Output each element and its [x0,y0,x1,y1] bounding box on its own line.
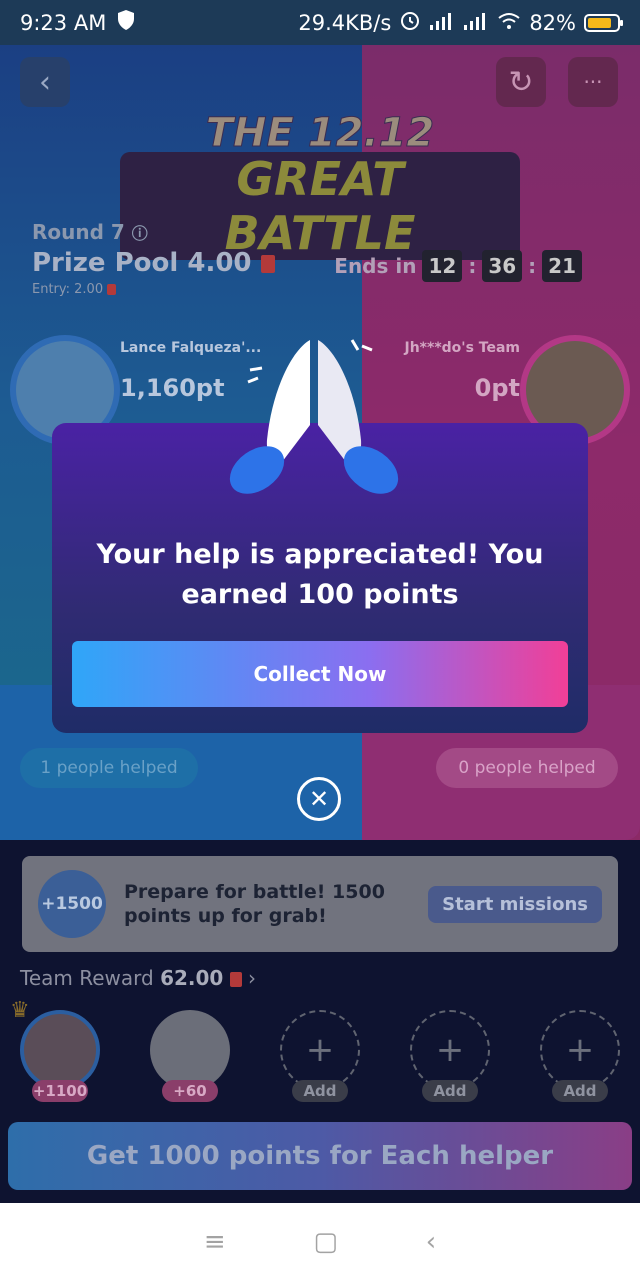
add-helper-slot-1[interactable]: + [280,1010,360,1090]
entry-text: Entry: 2.00 [32,282,104,297]
team-reward-amount: 62.00 [160,966,224,990]
add-helper-slot-3[interactable]: + [540,1010,620,1090]
team-reward[interactable]: Team Reward 62.00 › [20,966,256,990]
chevron-left-icon: ‹ [39,64,51,100]
refresh-icon: ↻ [508,64,534,100]
entry-fee: Entry: 2.00 [32,282,612,297]
more-icon: ··· [583,70,603,94]
refresh-button[interactable]: ↻ [496,57,546,107]
helper-label-2: +60 [162,1080,218,1102]
helper-label-1: +1100 [32,1080,88,1102]
chevron-right-icon: › [248,966,257,990]
add-label-1: Add [292,1080,348,1102]
right-helped-badge: 0 people helped [436,748,618,788]
mission-badge: +1500 [38,870,106,938]
prize-pool-text: Prize Pool 4.00 [32,248,252,278]
close-modal-button[interactable]: ✕ [297,777,341,821]
timer-seconds: 21 [542,250,582,282]
home-square-icon[interactable]: ▢ [313,1227,338,1257]
ends-label: Ends in [334,254,417,278]
mission-banner: +1500 Prepare for battle! 1500 points up… [22,856,618,952]
left-helped-badge: 1 people helped [20,748,198,788]
status-bar: 9:23 AM 29.4KB/s 82% [0,0,640,45]
round-label: Round 7 ⓘ [32,220,612,244]
close-icon: ✕ [308,785,330,813]
add-helper-slot-2[interactable]: + [410,1010,490,1090]
shield-icon [116,9,136,36]
modal-message: Your help is appreciated! You earned 100… [52,535,588,615]
round-info: Round 7 ⓘ Prize Pool 4.00 Entry: 2.00 En… [32,220,612,320]
battery-fill [588,17,611,28]
navigation-bar: ≡ ▢ ‹ [0,1203,640,1280]
back-chevron-icon[interactable]: ‹ [426,1227,436,1257]
battery-icon [584,13,623,32]
red-envelope-icon [260,254,275,273]
mission-text: Prepare for battle! 1500 points up for g… [124,881,385,927]
modal-message-line1: Your help is appreciated! You [96,539,544,570]
back-button[interactable]: ‹ [20,57,70,107]
status-time: 9:23 AM [20,10,107,35]
plus-icon: + [305,1030,335,1070]
title-line-1: THE 12.12 [205,110,435,157]
timer-hours: 12 [422,250,463,282]
get-points-button[interactable]: Get 1000 points for Each helper [8,1122,632,1190]
start-missions-button[interactable]: Start missions [428,885,602,923]
red-envelope-icon [107,284,117,295]
plus-icon: + [435,1030,465,1070]
red-envelope-icon [229,972,242,987]
battery-percent: 82% [529,10,576,35]
modal-message-line2: earned 100 points [181,579,459,610]
countdown: Ends in 12 : 36 : 21 [334,250,582,282]
praying-hands-icon [222,330,406,505]
more-button[interactable]: ··· [568,57,618,107]
signal-icon [429,11,455,35]
crown-icon: ♛ [10,998,30,1023]
team-reward-label: Team Reward [20,966,154,990]
alarm-icon [399,9,421,36]
helper-avatar-1[interactable] [20,1010,100,1090]
help-icon[interactable]: ⓘ [132,224,148,243]
helper-avatar-2[interactable] [150,1010,230,1090]
plus-icon: + [565,1030,595,1070]
round-text: Round 7 [32,220,125,244]
signal-icon-2 [463,11,489,35]
collect-now-button[interactable]: Collect Now [72,641,568,707]
timer-minutes: 36 [482,250,523,282]
menu-icon[interactable]: ≡ [204,1227,226,1257]
wifi-icon [497,11,521,35]
add-label-2: Add [422,1080,478,1102]
add-label-3: Add [552,1080,608,1102]
network-speed: 29.4KB/s [298,10,392,35]
